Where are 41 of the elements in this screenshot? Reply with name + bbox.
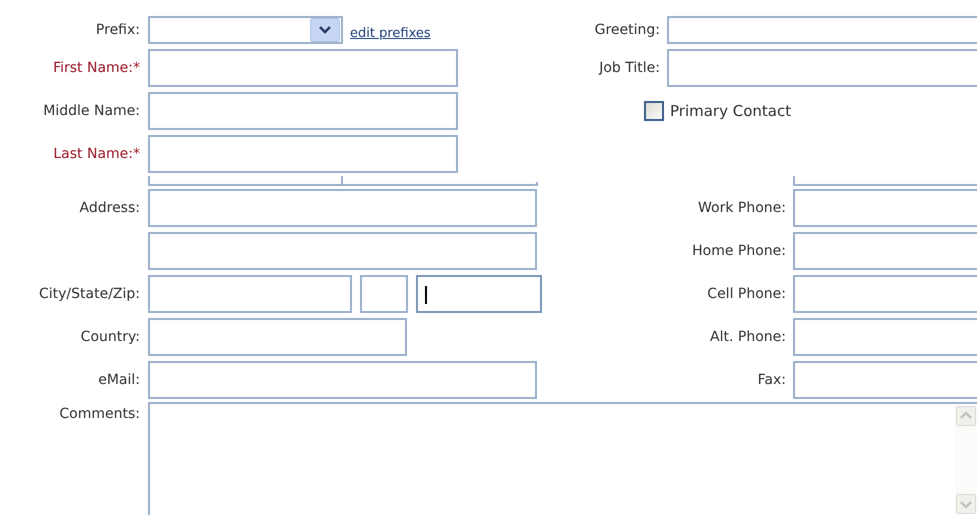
field-label: Country: [80, 329, 141, 345]
input-field[interactable] [148, 49, 458, 87]
scroll-down-icon[interactable] [956, 494, 976, 514]
input-field[interactable] [793, 189, 977, 227]
input-field[interactable] [667, 16, 977, 44]
input-field[interactable] [793, 232, 977, 270]
checkbox-label: Primary Contact [670, 102, 792, 120]
field-label: Comments: [58, 405, 141, 424]
field-label: Prefix: [94, 22, 141, 38]
field-label: eMail: [97, 372, 141, 388]
input-field[interactable] [148, 92, 458, 130]
field-label: Middle Name: [42, 103, 141, 119]
prefix-dropdown[interactable] [148, 16, 343, 44]
input-field[interactable] [416, 275, 542, 313]
input-field[interactable] [793, 361, 977, 399]
field-label: Home Phone: [691, 243, 787, 259]
field-label: Greeting: [594, 22, 661, 38]
edit-prefixes-link[interactable]: edit prefixes [350, 26, 431, 40]
input-field[interactable] [148, 135, 458, 173]
comments-textarea[interactable] [148, 402, 977, 515]
input-field[interactable] [793, 318, 977, 356]
field-label: First Name:* [52, 60, 141, 76]
input-field[interactable] [148, 189, 537, 227]
input-field[interactable] [148, 361, 537, 399]
field-label: City/State/Zip: [38, 286, 141, 302]
input-field[interactable] [148, 318, 407, 356]
field-label: Work Phone: [697, 200, 787, 216]
field-label: Last Name:* [52, 146, 141, 162]
input-field[interactable] [793, 275, 977, 313]
input-field[interactable] [148, 232, 537, 270]
input-field[interactable] [148, 275, 352, 313]
field-label: Fax: [756, 372, 787, 388]
input-field[interactable] [667, 49, 977, 87]
field-label: Job Title: [598, 60, 661, 76]
field-label: Alt. Phone: [709, 329, 787, 345]
scroll-up-icon[interactable] [956, 406, 976, 426]
input-field[interactable] [360, 275, 408, 313]
field-label: Address: [78, 200, 141, 216]
checkbox[interactable] [644, 101, 664, 121]
chevron-down-icon [310, 18, 340, 42]
field-label: Cell Phone: [706, 286, 787, 302]
